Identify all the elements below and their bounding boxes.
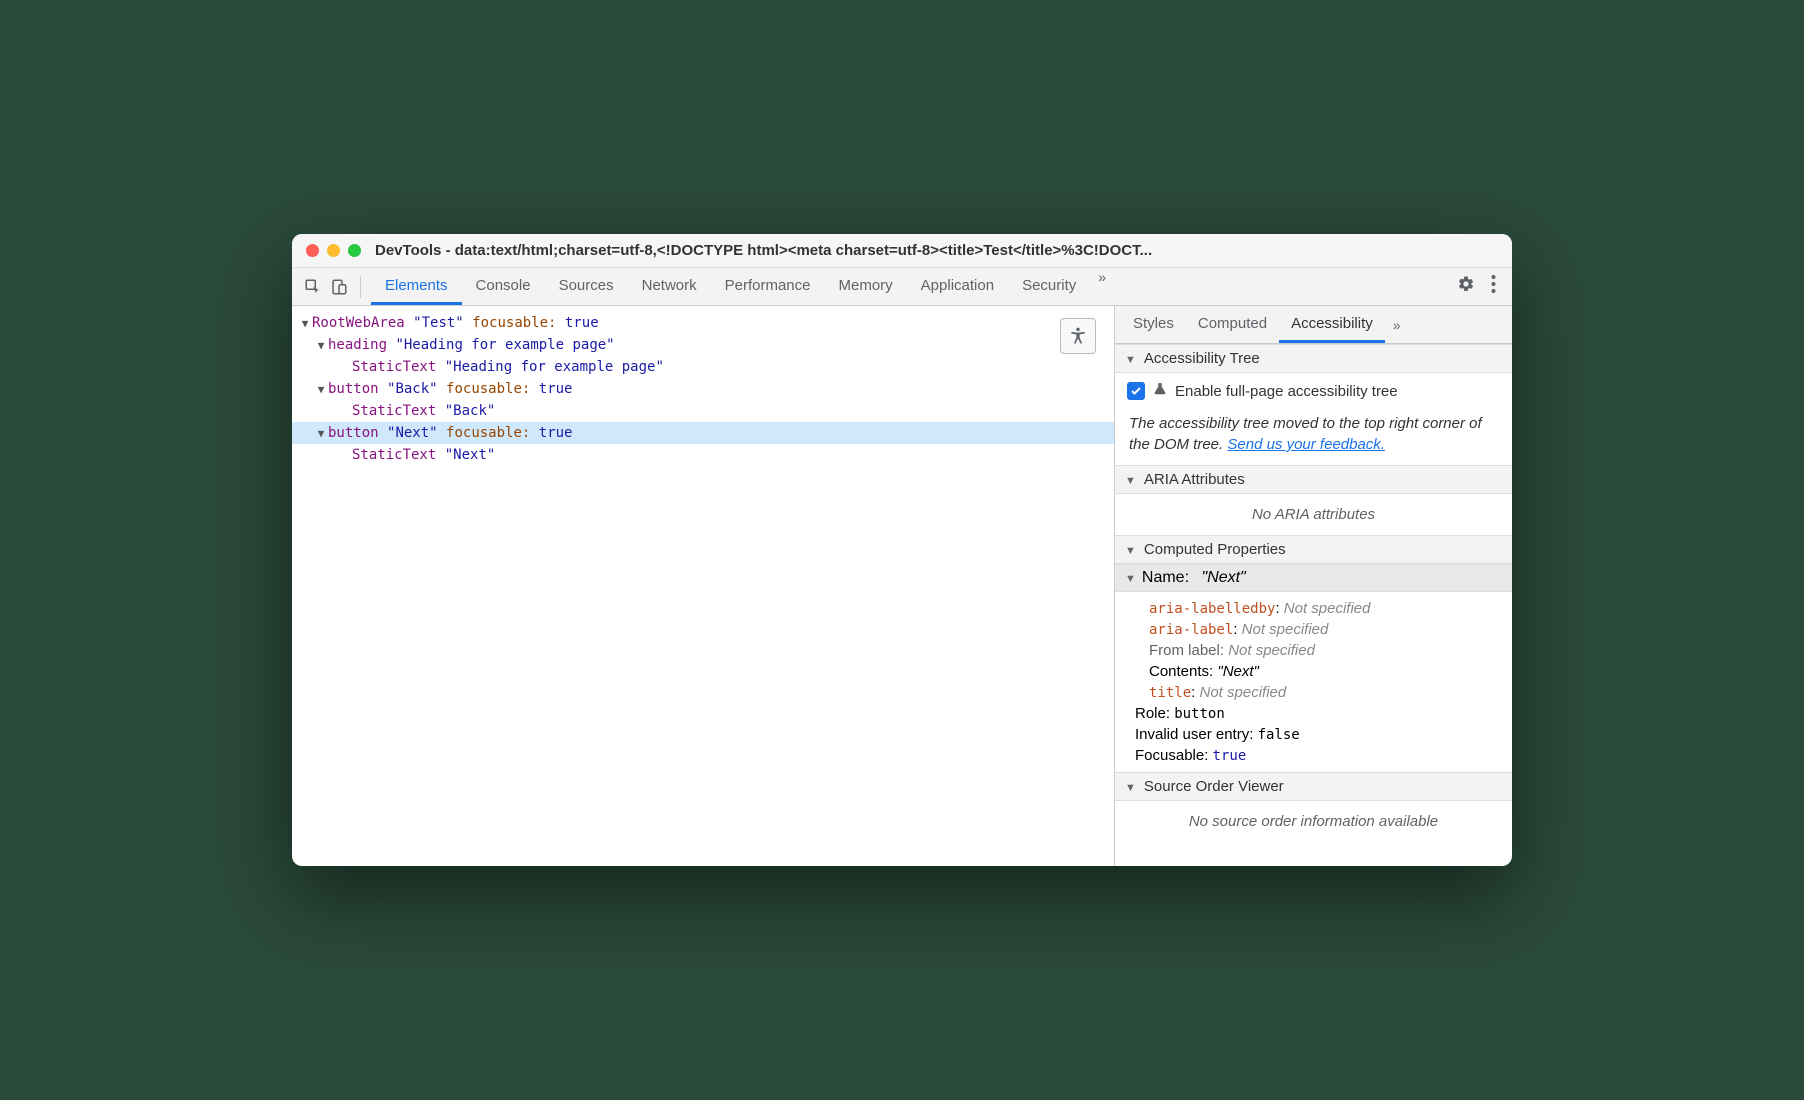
- expand-arrow-icon[interactable]: [298, 317, 312, 330]
- prop-from-label: From label: Not specified: [1115, 640, 1512, 661]
- enable-full-tree-checkbox[interactable]: Enable full-page accessibility tree: [1127, 381, 1500, 401]
- zoom-icon[interactable]: [348, 244, 361, 257]
- sidebar-pane: Styles Computed Accessibility » Accessib…: [1114, 306, 1512, 866]
- kebab-menu-icon[interactable]: [1491, 275, 1496, 298]
- side-tab-styles[interactable]: Styles: [1121, 307, 1186, 343]
- devtools-window: DevTools - data:text/html;charset=utf-8,…: [292, 234, 1512, 866]
- tree-row-static-text[interactable]: StaticText "Heading for example page": [292, 356, 1114, 378]
- enable-tree-row: Enable full-page accessibility tree: [1115, 373, 1512, 409]
- device-toggle-icon[interactable]: [328, 276, 350, 298]
- more-side-tabs-icon[interactable]: »: [1385, 317, 1409, 333]
- traffic-lights: [306, 244, 361, 257]
- computed-name-row[interactable]: Name: "Next": [1115, 564, 1512, 592]
- chevron-down-icon: [1125, 569, 1138, 587]
- tab-memory[interactable]: Memory: [825, 269, 907, 305]
- section-source-order[interactable]: Source Order Viewer: [1115, 772, 1512, 801]
- prop-contents: Contents: "Next": [1115, 661, 1512, 682]
- side-tab-accessibility[interactable]: Accessibility: [1279, 307, 1385, 343]
- close-icon[interactable]: [306, 244, 319, 257]
- minimize-icon[interactable]: [327, 244, 340, 257]
- section-aria-attributes[interactable]: ARIA Attributes: [1115, 465, 1512, 494]
- flask-icon: [1153, 381, 1167, 401]
- content-area: RootWebArea "Test" focusable: true headi…: [292, 306, 1512, 866]
- expand-arrow-icon[interactable]: [314, 427, 328, 440]
- prop-focusable: Focusable: true: [1115, 745, 1512, 766]
- tab-network[interactable]: Network: [628, 269, 711, 305]
- tab-sources[interactable]: Sources: [545, 269, 628, 305]
- chevron-down-icon: [1125, 778, 1140, 795]
- no-aria-text: No ARIA attributes: [1115, 494, 1512, 535]
- accessibility-tree-pane: RootWebArea "Test" focusable: true headi…: [292, 306, 1114, 866]
- tree-row-static-text[interactable]: StaticText "Next": [292, 444, 1114, 466]
- side-tab-computed[interactable]: Computed: [1186, 307, 1279, 343]
- tree-row-button-next[interactable]: button "Next" focusable: true: [292, 422, 1114, 444]
- accessibility-view-toggle-icon[interactable]: [1060, 318, 1096, 354]
- tab-security[interactable]: Security: [1008, 269, 1090, 305]
- settings-icon[interactable]: [1457, 275, 1475, 298]
- tree-row-static-text[interactable]: StaticText "Back": [292, 400, 1114, 422]
- expand-arrow-icon[interactable]: [314, 383, 328, 396]
- tab-console[interactable]: Console: [462, 269, 545, 305]
- more-tabs-icon[interactable]: »: [1090, 269, 1114, 305]
- chevron-down-icon: [1125, 541, 1140, 558]
- prop-invalid: Invalid user entry: false: [1115, 724, 1512, 745]
- chevron-down-icon: [1125, 471, 1140, 488]
- feedback-link[interactable]: Send us your feedback.: [1227, 436, 1385, 453]
- tree-row-root[interactable]: RootWebArea "Test" focusable: true: [292, 312, 1114, 334]
- tree-row-heading[interactable]: heading "Heading for example page": [292, 334, 1114, 356]
- prop-aria-label: aria-label: Not specified: [1115, 619, 1512, 640]
- checkbox-checked-icon: [1127, 382, 1145, 400]
- section-computed-properties[interactable]: Computed Properties: [1115, 535, 1512, 564]
- section-accessibility-tree[interactable]: Accessibility Tree: [1115, 344, 1512, 373]
- window-title: DevTools - data:text/html;charset=utf-8,…: [375, 242, 1498, 259]
- inspect-icon[interactable]: [302, 276, 324, 298]
- main-toolbar: Elements Console Sources Network Perform…: [292, 268, 1512, 306]
- main-tabs: Elements Console Sources Network Perform…: [371, 269, 1453, 305]
- tab-elements[interactable]: Elements: [371, 269, 462, 305]
- tree-moved-notice: The accessibility tree moved to the top …: [1115, 409, 1512, 465]
- toolbar-divider: [360, 276, 361, 298]
- sidebar-tabs: Styles Computed Accessibility »: [1115, 306, 1512, 344]
- chevron-down-icon: [1125, 350, 1140, 367]
- expand-arrow-icon[interactable]: [314, 339, 328, 352]
- titlebar: DevTools - data:text/html;charset=utf-8,…: [292, 234, 1512, 268]
- tab-performance[interactable]: Performance: [711, 269, 825, 305]
- prop-aria-labelledby: aria-labelledby: Not specified: [1115, 598, 1512, 619]
- prop-title: title: Not specified: [1115, 682, 1512, 703]
- no-source-order-text: No source order information available: [1115, 801, 1512, 838]
- prop-role: Role: button: [1115, 703, 1512, 724]
- tree-row-button-back[interactable]: button "Back" focusable: true: [292, 378, 1114, 400]
- tab-application[interactable]: Application: [907, 269, 1008, 305]
